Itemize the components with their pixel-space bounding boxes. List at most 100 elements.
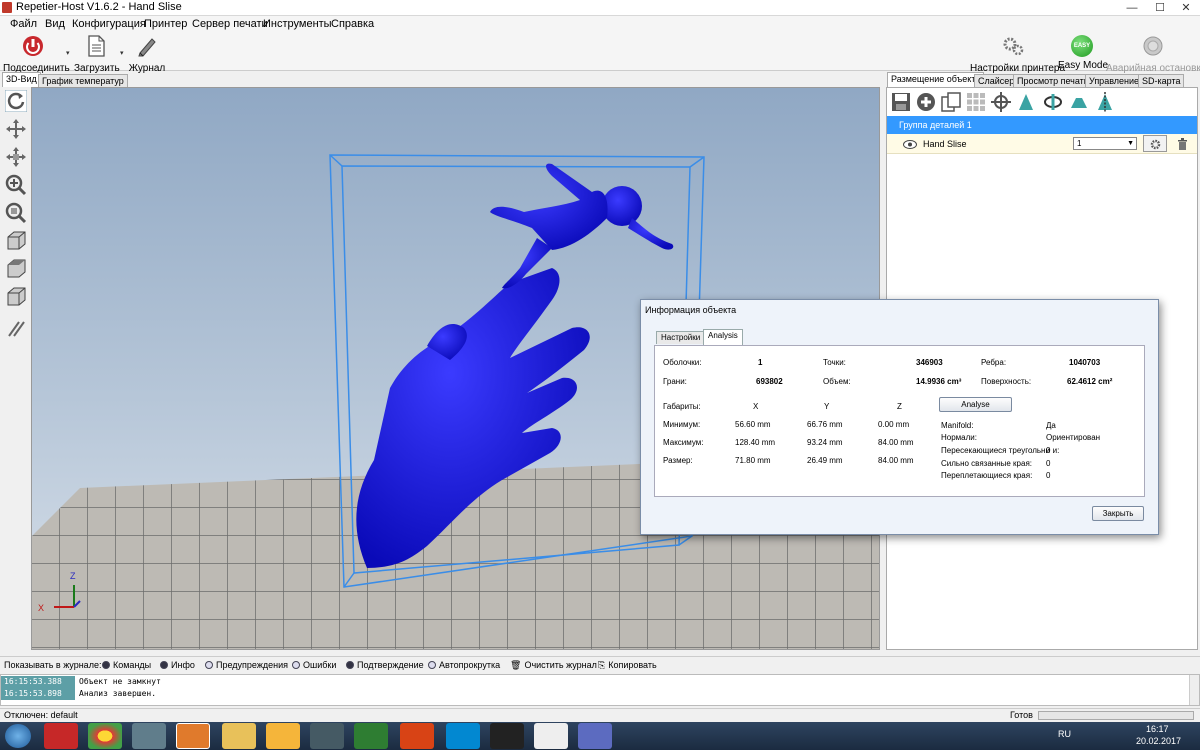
- save-icon[interactable]: [891, 92, 911, 112]
- copy-log-button[interactable]: ⎘ Копировать: [598, 660, 657, 671]
- load-button[interactable]: Загрузить: [74, 33, 120, 74]
- language-indicator[interactable]: RU: [1058, 729, 1071, 739]
- view-front-icon[interactable]: [5, 230, 27, 252]
- app2-taskbar-icon[interactable]: [446, 723, 480, 749]
- eye-icon[interactable]: [903, 140, 917, 149]
- app3-taskbar-icon[interactable]: [490, 723, 524, 749]
- easy-mode-button[interactable]: EASY Easy Mode: [1058, 33, 1108, 71]
- tab-sd-card[interactable]: SD-карта: [1138, 74, 1185, 87]
- log-warnings-toggle[interactable]: Предупреждения: [205, 660, 288, 670]
- menu-view[interactable]: Вид: [43, 17, 67, 32]
- tab-control[interactable]: Управление: [1085, 74, 1144, 87]
- printer-settings-button[interactable]: Настройки принтера: [970, 33, 1065, 74]
- copy-objects-icon[interactable]: [941, 92, 961, 112]
- explorer-taskbar-icon[interactable]: [222, 723, 256, 749]
- log-options-bar: Показывать в журнале: Команды Инфо Преду…: [0, 656, 1200, 674]
- clock-time[interactable]: 16:17: [1146, 724, 1169, 734]
- max-z: 84.00 mm: [878, 438, 914, 447]
- zoom-fit-icon[interactable]: [5, 202, 27, 224]
- close-dialog-button[interactable]: Закрыть: [1092, 506, 1144, 521]
- faces-value: 693802: [756, 377, 783, 386]
- log-errors-label: Ошибки: [303, 660, 337, 670]
- clock-date[interactable]: 20.02.2017: [1136, 736, 1181, 746]
- maximize-button[interactable]: ☐: [1146, 0, 1174, 16]
- object-row[interactable]: Hand Slise 1 ▼: [887, 134, 1197, 154]
- x-axis-label: X: [38, 603, 44, 613]
- tab-print-preview[interactable]: Просмотр печати: [1013, 74, 1093, 87]
- journal-button[interactable]: Журнал: [128, 33, 166, 74]
- object-info-dialog: Информация объекта Настройки Analysis Об…: [640, 299, 1159, 535]
- app5-taskbar-icon[interactable]: [578, 723, 612, 749]
- log-ack-toggle[interactable]: Подтверждение: [346, 660, 424, 670]
- menu-bar: Файл Вид Конфигурация Принтер Сервер печ…: [0, 16, 1200, 33]
- trash-icon[interactable]: [1177, 138, 1188, 150]
- log-commands-toggle[interactable]: Команды: [102, 660, 151, 670]
- log-autoscroll-toggle[interactable]: Автопрокрутка: [428, 660, 500, 670]
- connect-button[interactable]: Подсоединить: [3, 33, 70, 74]
- menu-help[interactable]: Справка: [329, 17, 376, 32]
- repetier-taskbar-icon[interactable]: [176, 723, 210, 749]
- load-dropdown-icon[interactable]: ▾: [120, 49, 124, 57]
- size-label: Размер:: [663, 456, 693, 465]
- analyse-button[interactable]: Analyse: [939, 397, 1012, 412]
- rotate-object-icon[interactable]: [1043, 92, 1063, 112]
- move-object-icon[interactable]: [5, 146, 27, 168]
- menu-printer[interactable]: Принтер: [142, 17, 189, 32]
- start-button[interactable]: [5, 724, 31, 748]
- tab-3d-view[interactable]: 3D-Вид: [2, 72, 41, 87]
- log-errors-toggle[interactable]: Ошибки: [292, 660, 336, 670]
- app-taskbar-icon[interactable]: [400, 723, 434, 749]
- window-title: Repetier-Host V1.6.2 - Hand Slise: [16, 1, 182, 13]
- calculator-taskbar-icon[interactable]: [132, 723, 166, 749]
- gear-icon: [1150, 139, 1161, 150]
- log-area[interactable]: 16:15:53.388 Объект не замкнут 16:15:53.8…: [0, 674, 1200, 706]
- minimize-button[interactable]: —: [1118, 0, 1146, 16]
- add-object-icon[interactable]: [916, 92, 936, 112]
- chrome-taskbar-icon[interactable]: [88, 723, 122, 749]
- strong-edges-value: 0: [1046, 459, 1051, 468]
- view-top-icon[interactable]: [5, 258, 27, 280]
- close-button[interactable]: ✕: [1172, 0, 1200, 16]
- download-taskbar-icon[interactable]: [354, 723, 388, 749]
- app4-taskbar-icon[interactable]: [534, 723, 568, 749]
- tab-temperature-graph[interactable]: График температур: [38, 74, 128, 87]
- radio-icon: [102, 661, 110, 669]
- col-y-header: Y: [824, 402, 830, 411]
- connect-dropdown-icon[interactable]: ▾: [66, 49, 70, 57]
- object-settings-button[interactable]: [1143, 135, 1167, 152]
- parallel-view-icon[interactable]: [5, 318, 27, 340]
- copies-select[interactable]: 1 ▼: [1073, 137, 1137, 150]
- log-show-label: Показывать в журнале:: [4, 660, 102, 670]
- object-group-header[interactable]: Группа деталей 1: [887, 116, 1197, 134]
- toolbar: Подсоединить ▾ Загрузить ▾ Журнал Настро…: [0, 33, 1200, 74]
- move-view-icon[interactable]: [5, 118, 27, 140]
- log-message: Анализ завершен.: [79, 689, 157, 698]
- tab-settings[interactable]: Настройки: [656, 331, 706, 344]
- size-z: 84.00 mm: [878, 456, 914, 465]
- min-label: Минимум:: [663, 420, 701, 429]
- max-y: 93.24 mm: [807, 438, 843, 447]
- menu-config[interactable]: Конфигурация: [70, 17, 148, 32]
- 321-player-taskbar-icon[interactable]: [310, 723, 344, 749]
- menu-print-server[interactable]: Сервер печати: [190, 17, 270, 32]
- emergency-stop-button[interactable]: Аварийная остановка: [1106, 33, 1200, 74]
- autoposition-icon[interactable]: [966, 92, 986, 112]
- cut-object-icon[interactable]: [1069, 92, 1089, 112]
- center-object-icon[interactable]: [991, 92, 1011, 112]
- clear-log-button[interactable]: 🗑 Очистить журнал: [510, 660, 597, 671]
- mirror-object-icon[interactable]: [1095, 92, 1115, 112]
- menu-tools[interactable]: Инструменты: [261, 17, 334, 32]
- zoom-in-icon[interactable]: [5, 174, 27, 196]
- z-axis-label: Z: [70, 571, 76, 581]
- log-info-toggle[interactable]: Инфо: [160, 660, 195, 670]
- view-side-icon[interactable]: [5, 286, 27, 308]
- scale-icon[interactable]: [1016, 92, 1036, 112]
- tab-slicer[interactable]: Слайсер: [974, 74, 1019, 87]
- tab-object-placement[interactable]: Размещение объекта: [887, 72, 985, 87]
- opera-taskbar-icon[interactable]: [44, 723, 78, 749]
- log-scrollbar[interactable]: [1189, 675, 1199, 705]
- menu-file[interactable]: Файл: [8, 17, 39, 32]
- tab-analysis[interactable]: Analysis: [703, 329, 743, 345]
- rotate-view-icon[interactable]: [5, 90, 27, 112]
- media-player-taskbar-icon[interactable]: [266, 723, 300, 749]
